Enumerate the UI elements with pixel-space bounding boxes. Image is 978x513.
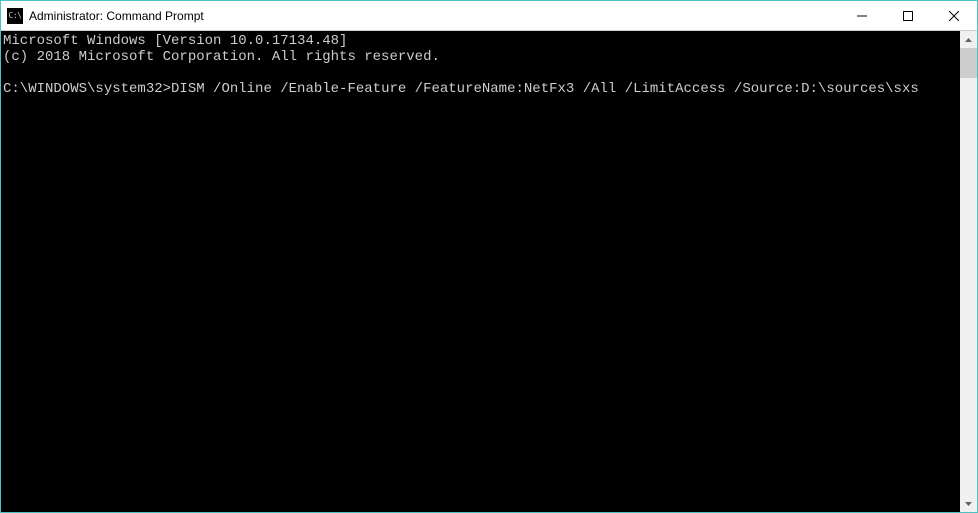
maximize-button[interactable] [885, 1, 931, 30]
cmd-icon-label: C:\ [9, 12, 22, 20]
prompt-path: C:\WINDOWS\system32> [3, 81, 171, 97]
window-controls [839, 1, 977, 30]
scroll-track[interactable] [960, 48, 977, 495]
content-area: Microsoft Windows [Version 10.0.17134.48… [1, 31, 977, 512]
window-title: Administrator: Command Prompt [29, 9, 839, 23]
close-button[interactable] [931, 1, 977, 30]
cmd-icon: C:\ [7, 8, 23, 24]
command-prompt-window: C:\ Administrator: Command Prompt Micros… [0, 0, 978, 513]
titlebar[interactable]: C:\ Administrator: Command Prompt [1, 1, 977, 31]
vertical-scrollbar[interactable] [960, 31, 977, 512]
scroll-thumb[interactable] [960, 48, 977, 78]
minimize-button[interactable] [839, 1, 885, 30]
scroll-up-arrow[interactable] [960, 31, 977, 48]
version-line: Microsoft Windows [Version 10.0.17134.48… [3, 33, 347, 49]
terminal-output[interactable]: Microsoft Windows [Version 10.0.17134.48… [1, 31, 960, 512]
copyright-line: (c) 2018 Microsoft Corporation. All righ… [3, 49, 440, 65]
scroll-down-arrow[interactable] [960, 495, 977, 512]
command-text: DISM /Online /Enable-Feature /FeatureNam… [171, 81, 919, 97]
